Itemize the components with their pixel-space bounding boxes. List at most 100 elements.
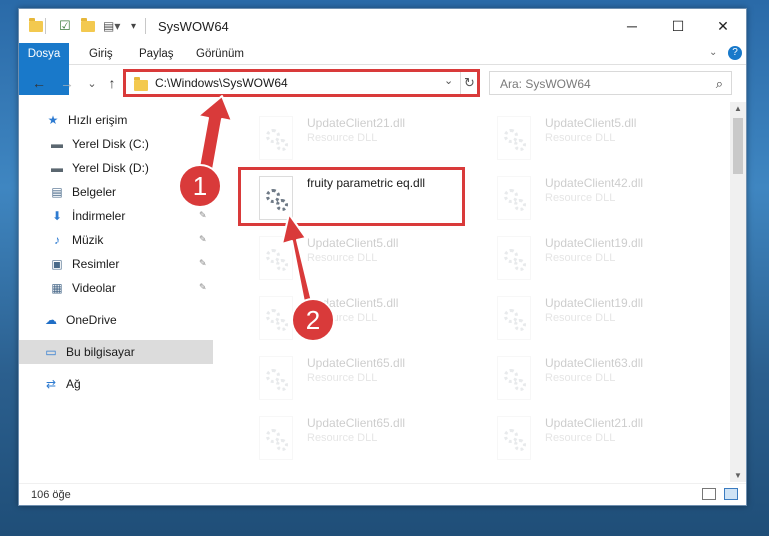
sidebar-item-onedrive[interactable]: ☁ OneDrive <box>19 308 213 332</box>
chevron-down-icon[interactable]: ▾ <box>131 17 136 35</box>
sidebar-item-label: Müzik <box>72 233 104 247</box>
file-name: UpdateClient65.dll <box>307 416 406 430</box>
dll-file-icon <box>497 236 531 280</box>
title-bar: ☑ ▤▾ ▾ SysWOW64 ─ ☐ ✕ <box>19 9 746 43</box>
details-view-icon[interactable] <box>702 488 716 500</box>
pin-icon[interactable]: ✎ <box>199 282 207 292</box>
file-type: Resource DLL <box>545 252 616 264</box>
document-icon: ▤ <box>51 185 63 199</box>
dll-file-icon <box>497 176 531 220</box>
pin-icon[interactable]: ✎ <box>199 234 207 244</box>
file-item[interactable]: UpdateClient65.dll Resource DLL <box>255 352 483 404</box>
network-icon: ⇄ <box>45 377 57 391</box>
minimize-button[interactable]: ─ <box>609 9 655 43</box>
item-count: 106 öğe <box>31 489 71 501</box>
explorer-window: ☑ ▤▾ ▾ SysWOW64 ─ ☐ ✕ Dosya Giriş Paylaş… <box>18 8 747 506</box>
file-item[interactable]: UpdateClient5.dll Resource DLL <box>255 292 483 344</box>
scroll-up-icon[interactable]: ▲ <box>734 104 742 113</box>
drive-icon: ▬ <box>51 161 63 175</box>
status-bar: 106 öğe <box>19 483 746 505</box>
computer-icon: ▭ <box>45 345 57 359</box>
dll-file-icon <box>259 236 293 280</box>
file-item[interactable]: UpdateClient21.dll Resource DLL <box>493 412 721 464</box>
search-input[interactable]: Ara: SysWOW64 <box>500 77 591 91</box>
tab-gorunum[interactable]: Görünüm <box>184 43 256 65</box>
navigation-bar: ← → ⌄ ↑ C:\Windows\SysWOW64 ⌄ ↻ Ara: Sys… <box>19 69 746 97</box>
dll-file-icon <box>259 416 293 460</box>
search-icon[interactable]: ⌕ <box>716 76 723 92</box>
music-icon: ♪ <box>54 233 60 247</box>
sidebar-item-label: İndirmeler <box>72 209 126 223</box>
callout-two: 2 <box>291 298 335 342</box>
sidebar-item-label: Yerel Disk (D:) <box>72 161 149 175</box>
sidebar-item-label: Bu bilgisayar <box>66 345 135 359</box>
dll-file-icon <box>497 296 531 340</box>
sidebar-item-drive-c[interactable]: ▬ Yerel Disk (C:) <box>19 132 213 156</box>
dll-file-icon <box>497 356 531 400</box>
file-type: Resource DLL <box>545 372 616 384</box>
back-button[interactable]: ← <box>29 73 49 93</box>
sidebar-item-label: Ağ <box>66 377 81 391</box>
file-item[interactable]: UpdateClient21.dll Resource DLL <box>255 112 483 164</box>
scroll-thumb[interactable] <box>733 118 743 174</box>
dll-file-icon <box>497 116 531 160</box>
up-button[interactable]: ↑ <box>102 73 122 93</box>
sidebar-item-pictures[interactable]: ▣ Resimler ✎ <box>19 252 213 276</box>
large-icons-view-icon[interactable] <box>724 488 738 500</box>
file-item[interactable]: UpdateClient19.dll Resource DLL <box>493 292 721 344</box>
file-name: UpdateClient5.dll <box>545 116 637 130</box>
recent-locations-button[interactable]: ⌄ <box>82 73 102 93</box>
cloud-icon: ☁ <box>45 313 57 327</box>
close-button[interactable]: ✕ <box>700 9 746 43</box>
file-item[interactable]: UpdateClient63.dll Resource DLL <box>493 352 721 404</box>
sidebar-item-this-pc[interactable]: ▭ Bu bilgisayar <box>19 340 213 364</box>
file-item[interactable]: UpdateClient19.dll Resource DLL <box>493 232 721 284</box>
drive-icon: ▬ <box>51 137 63 151</box>
file-type: Resource DLL <box>307 252 378 264</box>
sidebar-item-label: Resimler <box>72 257 120 271</box>
forward-button[interactable]: → <box>57 73 77 93</box>
sidebar-item-music[interactable]: ♪ Müzik ✎ <box>19 228 213 252</box>
address-highlight-box <box>123 69 480 97</box>
sidebar-item-label: Videolar <box>72 281 116 295</box>
pin-icon[interactable]: ✎ <box>199 258 207 268</box>
search-box[interactable]: Ara: SysWOW64 ⌕ <box>489 71 732 95</box>
file-type: Resource DLL <box>307 372 378 384</box>
file-type: Resource DLL <box>307 432 378 444</box>
sidebar-item-label: Yerel Disk (C:) <box>72 137 149 151</box>
sidebar-item-network[interactable]: ⇄ Ağ <box>19 372 213 396</box>
sidebar-item-videos[interactable]: ▦ Videolar ✎ <box>19 276 213 300</box>
download-icon: ⬇ <box>51 209 63 223</box>
file-item[interactable]: UpdateClient65.dll Resource DLL <box>255 412 483 464</box>
vertical-scrollbar[interactable]: ▲ ▼ <box>730 102 746 482</box>
file-item[interactable]: UpdateClient5.dll Resource DLL <box>255 232 483 284</box>
sidebar-item-downloads[interactable]: ⬇ İndirmeler ✎ <box>19 204 213 228</box>
tab-giris[interactable]: Giriş <box>77 43 125 65</box>
navigation-pane: ★ Hızlı erişim ▬ Yerel Disk (C:) ▬ Yerel… <box>19 102 215 482</box>
tab-paylas[interactable]: Paylaş <box>127 43 186 65</box>
ribbon-expand-icon[interactable]: ⌄ <box>709 47 717 58</box>
file-item[interactable]: UpdateClient42.dll Resource DLL <box>493 172 721 224</box>
maximize-button[interactable]: ☐ <box>655 9 701 43</box>
scroll-down-icon[interactable]: ▼ <box>734 471 742 480</box>
file-name: UpdateClient65.dll <box>307 356 406 370</box>
quick-access-folder-icon[interactable] <box>29 17 43 35</box>
file-name: UpdateClient19.dll <box>545 296 644 310</box>
new-folder-icon[interactable] <box>81 17 95 35</box>
file-name: UpdateClient5.dll <box>307 236 399 250</box>
video-icon: ▦ <box>51 281 63 295</box>
file-item[interactable]: UpdateClient5.dll Resource DLL <box>493 112 721 164</box>
file-highlight-box <box>238 167 465 226</box>
pin-icon[interactable]: ✎ <box>199 210 207 220</box>
sidebar-item-label: Hızlı erişim <box>68 113 128 127</box>
customize-toolbar-icon[interactable]: ▤▾ <box>103 17 120 35</box>
sidebar-item-label: OneDrive <box>66 313 117 327</box>
sidebar-item-quick-access[interactable]: ★ Hızlı erişim <box>19 108 213 132</box>
file-name: UpdateClient42.dll <box>545 176 644 190</box>
file-type: Resource DLL <box>545 132 616 144</box>
properties-icon[interactable]: ☑ <box>59 17 71 35</box>
dll-file-icon <box>497 416 531 460</box>
sidebar-item-label: Belgeler <box>72 185 117 199</box>
quick-access-separator <box>45 17 46 35</box>
help-button[interactable]: ? <box>728 46 742 60</box>
